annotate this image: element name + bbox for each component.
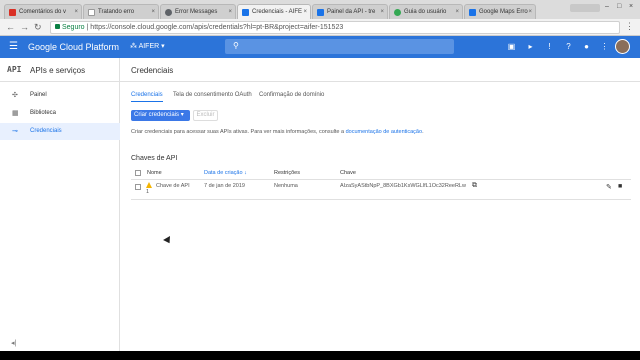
page-title: Credenciais [131,66,174,75]
hamburger-menu-icon[interactable]: ☰ [9,42,18,52]
browser-tab-bar: Comentários do v × Tratando erro × Error… [0,0,640,19]
gift-icon[interactable]: ▣ [507,42,516,51]
sidebar-item-biblioteca[interactable]: ▦ Biblioteca [0,105,120,122]
close-icon[interactable]: × [151,5,155,19]
api-key-value: AIzaSyAStbNpP_8BXGb1KsWGLlfL1Oc32ReeRLw [340,183,466,189]
edit-icon[interactable]: ✎ [606,183,612,191]
avatar[interactable] [615,39,630,54]
select-all-checkbox[interactable] [135,170,141,176]
collapse-sidebar-icon[interactable]: ◂| [11,339,16,347]
tab-oauth-consent[interactable]: Tela de consentimento OAuth [173,92,252,98]
page-favicon-icon [165,9,172,16]
api-key-name[interactable]: Chave de API 1 [146,183,190,195]
dropdown-arrow-icon: ▾ [180,112,184,118]
api-logo: API [7,65,22,74]
profile-chip[interactable] [570,4,600,12]
browser-tab[interactable]: Guia do usuário × [389,4,463,19]
tab-domain-verification[interactable]: Confirmação de domínio [259,92,324,98]
column-header-created[interactable]: Data de criação ↓ [204,170,247,176]
sidebar: API APIs e serviços ✣ Painel ▦ Bibliotec… [0,58,120,351]
help-icon[interactable]: ? [564,42,573,51]
delete-icon[interactable]: ■ [618,183,622,190]
browser-menu-icon[interactable]: ⋮ [625,21,634,32]
google-favicon-icon [394,9,401,16]
library-icon: ▦ [12,110,19,117]
browser-tab-active[interactable]: Credenciais - AIFE × [237,4,311,19]
warning-icon [146,182,152,188]
forward-icon[interactable]: → [20,22,29,32]
close-icon[interactable]: × [455,5,459,19]
auth-docs-link[interactable]: documentação de autenticação [346,129,422,135]
table-header: Nome Data de criação ↓ Restrições Chave [131,167,631,180]
close-icon[interactable]: × [228,5,232,19]
browser-tab[interactable]: Tratando erro × [83,4,159,19]
info-text: Criar credenciais para acessar suas APIs… [131,129,424,135]
notifications-icon[interactable]: ● [582,42,591,51]
api-favicon-icon [242,9,249,16]
delete-button[interactable]: Excluir [193,110,218,121]
browser-tab[interactable]: Google Maps Erro × [464,4,536,19]
main-header: Credenciais [120,58,640,82]
browser-tab[interactable]: Comentários do v × [4,4,82,19]
alert-icon[interactable]: ! [545,42,554,51]
sidebar-item-painel[interactable]: ✣ Painel [0,87,120,104]
column-header-restrictions[interactable]: Restrições [274,170,300,176]
page-favicon-icon [88,9,95,16]
sidebar-title: APIs e serviços [30,66,86,75]
table-row: Chave de API 1 7 de jan de 2019 Nenhuma … [131,180,631,200]
row-checkbox[interactable] [135,184,141,190]
close-icon[interactable]: × [303,5,307,19]
sort-down-icon: ↓ [244,170,247,176]
back-icon[interactable]: ← [6,22,15,32]
maximize-icon[interactable]: □ [617,3,621,10]
maps-favicon-icon [469,9,476,16]
project-selector[interactable]: ⁂ AIFER ▾ [130,43,165,51]
gcp-title[interactable]: Google Cloud Platform [28,42,119,52]
close-icon[interactable]: × [380,5,384,19]
close-window-icon[interactable]: × [629,3,633,10]
reload-icon[interactable]: ↻ [34,22,42,32]
url-input[interactable]: Seguro | https://console.cloud.google.co… [50,21,620,34]
gcp-header: ☰ Google Cloud Platform ⁂ AIFER ▾ ⚲ ▣ ▸ … [0,36,640,58]
sidebar-header: API APIs e serviços [0,58,120,82]
copy-icon[interactable]: ⧉ [472,182,477,190]
create-credentials-button[interactable]: Criar credenciais ▾ [131,110,190,121]
tab-credenciais[interactable]: Credenciais [131,92,163,102]
sidebar-item-credenciais[interactable]: ⊸ Credenciais [0,123,120,140]
browser-tab[interactable]: Painel da API - tre × [312,4,388,19]
search-icon: ⚲ [233,41,239,50]
minimize-icon[interactable]: – [605,3,609,10]
main-content: Credenciais Credenciais Tela de consenti… [120,58,640,351]
address-bar: ← → ↻ Seguro | https://console.cloud.goo… [0,19,640,36]
search-input[interactable]: ⚲ [225,39,454,54]
lock-icon [55,24,60,29]
column-header-name[interactable]: Nome [147,170,162,176]
browser-tab[interactable]: Error Messages × [160,4,236,19]
dashboard-icon: ✣ [12,92,18,99]
created-date: 7 de jan de 2019 [204,183,245,189]
more-options-icon[interactable]: ⋮ [600,42,609,51]
key-icon: ⊸ [12,128,18,135]
column-header-key[interactable]: Chave [340,170,356,176]
close-icon[interactable]: × [528,5,532,19]
cloud-shell-icon[interactable]: ▸ [526,42,535,51]
youtube-favicon-icon [9,9,16,16]
restrictions-value: Nenhuma [274,183,298,189]
section-title: Chaves de API [131,155,178,162]
api-favicon-icon [317,9,324,16]
close-icon[interactable]: × [74,5,78,19]
